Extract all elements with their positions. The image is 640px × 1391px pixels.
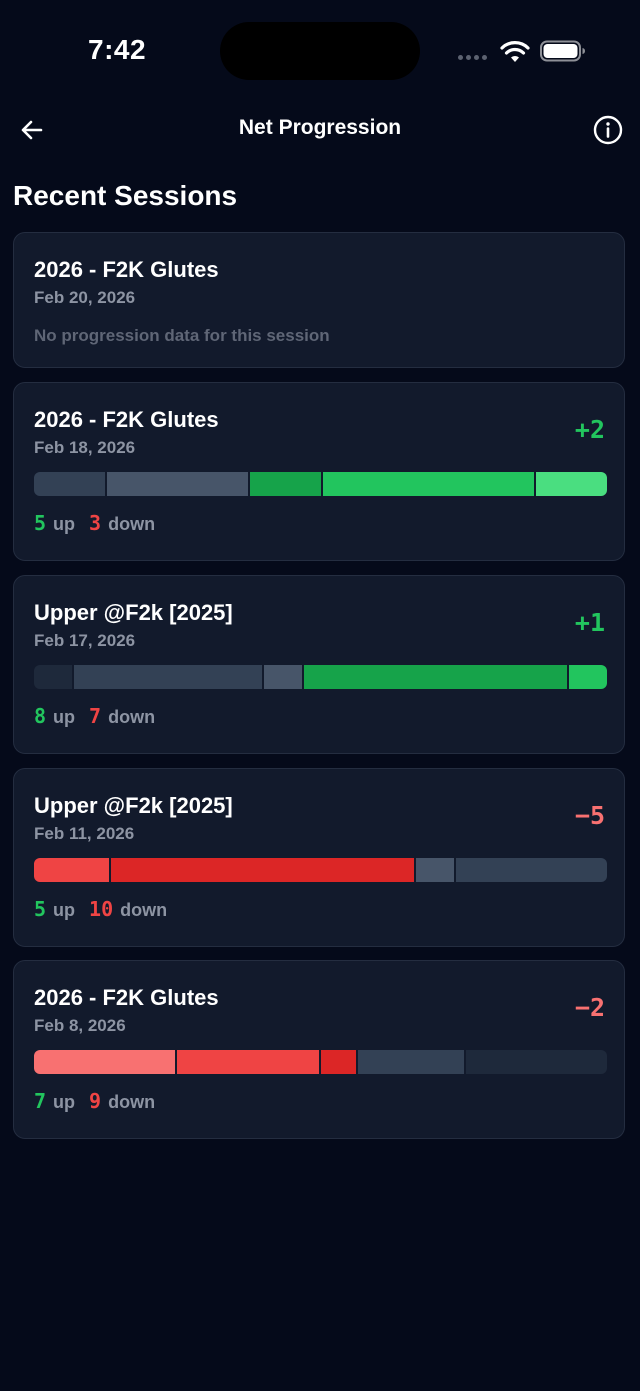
session-date: Feb 20, 2026 bbox=[34, 288, 136, 307]
battery-icon bbox=[540, 40, 585, 62]
cellular-signal-icon bbox=[458, 55, 487, 60]
session-name: 2026 - F2K Glutes bbox=[34, 407, 219, 432]
session-date: Feb 17, 2026 bbox=[34, 631, 136, 650]
bar-segment bbox=[463, 1050, 607, 1074]
session-name: Upper @F2k [2025] bbox=[34, 793, 233, 818]
bar-segment bbox=[247, 472, 321, 496]
session-date: Feb 18, 2026 bbox=[34, 438, 136, 457]
status-time: 7:42 bbox=[88, 34, 147, 65]
down-label: down bbox=[108, 1092, 156, 1112]
up-label: up bbox=[53, 900, 76, 920]
bar-segment bbox=[262, 665, 302, 689]
session-card[interactable]: 2026 - F2K Glutes Feb 18, 2026 +2 5 up 3… bbox=[13, 382, 625, 561]
progression-bar bbox=[34, 665, 607, 689]
net-change: −5 bbox=[574, 801, 605, 830]
down-count: 10 bbox=[89, 897, 114, 921]
dynamic-island bbox=[220, 22, 420, 80]
status-bar: 7:42 bbox=[0, 0, 640, 100]
down-label: down bbox=[108, 514, 156, 534]
up-label: up bbox=[53, 514, 76, 534]
bar-segment bbox=[34, 858, 110, 882]
page-title: Net Progression bbox=[238, 116, 402, 139]
up-label: up bbox=[53, 707, 76, 727]
session-card[interactable]: Upper @F2k [2025] Feb 11, 2026 −5 5 up 1… bbox=[13, 768, 625, 947]
bar-segment bbox=[301, 665, 568, 689]
session-date: Feb 11, 2026 bbox=[34, 824, 135, 843]
net-change: −2 bbox=[574, 993, 605, 1022]
up-count: 5 bbox=[34, 897, 47, 921]
bar-segment bbox=[320, 472, 535, 496]
up-count: 8 bbox=[34, 704, 47, 728]
session-card[interactable]: 2026 - F2K Glutes Feb 8, 2026 −2 7 up 9 … bbox=[13, 960, 625, 1139]
up-count: 7 bbox=[34, 1089, 47, 1113]
bar-segment bbox=[34, 1050, 176, 1074]
bar-segment bbox=[104, 472, 248, 496]
progression-bar bbox=[34, 1050, 607, 1074]
bar-segment bbox=[534, 472, 607, 496]
progression-bar bbox=[34, 472, 607, 496]
bar-segment bbox=[567, 665, 607, 689]
bar-segment bbox=[175, 1050, 319, 1074]
down-label: down bbox=[108, 707, 156, 727]
session-name: 2026 - F2K Glutes bbox=[34, 257, 219, 282]
up-count: 5 bbox=[34, 511, 47, 535]
bar-segment bbox=[109, 858, 414, 882]
session-counts: 8 up 7 down bbox=[34, 704, 155, 728]
down-count: 9 bbox=[89, 1089, 102, 1113]
session-counts: 7 up 9 down bbox=[34, 1089, 155, 1113]
info-circle-icon bbox=[593, 115, 623, 145]
bar-segment bbox=[71, 665, 262, 689]
no-data-message: No progression data for this session bbox=[34, 326, 330, 345]
wifi-icon bbox=[500, 41, 530, 62]
session-name: 2026 - F2K Glutes bbox=[34, 985, 219, 1010]
session-date: Feb 8, 2026 bbox=[34, 1016, 126, 1035]
progression-bar bbox=[34, 858, 607, 882]
session-counts: 5 up 3 down bbox=[34, 511, 155, 535]
bar-segment bbox=[413, 858, 454, 882]
session-card[interactable]: Upper @F2k [2025] Feb 17, 2026 +1 8 up 7… bbox=[13, 575, 625, 754]
net-change: +2 bbox=[574, 415, 605, 444]
bar-segment bbox=[318, 1050, 356, 1074]
down-label: down bbox=[120, 900, 168, 920]
bar-segment bbox=[34, 665, 72, 689]
bar-segment bbox=[34, 472, 105, 496]
down-count: 7 bbox=[89, 704, 102, 728]
net-change: +1 bbox=[574, 608, 605, 637]
session-counts: 5 up 10 down bbox=[34, 897, 167, 921]
up-label: up bbox=[53, 1092, 76, 1112]
section-title: Recent Sessions bbox=[13, 180, 238, 211]
session-card[interactable]: 2026 - F2K Glutes Feb 20, 2026 No progre… bbox=[13, 232, 625, 368]
info-button[interactable] bbox=[590, 112, 626, 148]
down-count: 3 bbox=[89, 511, 102, 535]
bar-segment bbox=[355, 1050, 464, 1074]
session-name: Upper @F2k [2025] bbox=[34, 600, 233, 625]
bar-segment bbox=[453, 858, 607, 882]
